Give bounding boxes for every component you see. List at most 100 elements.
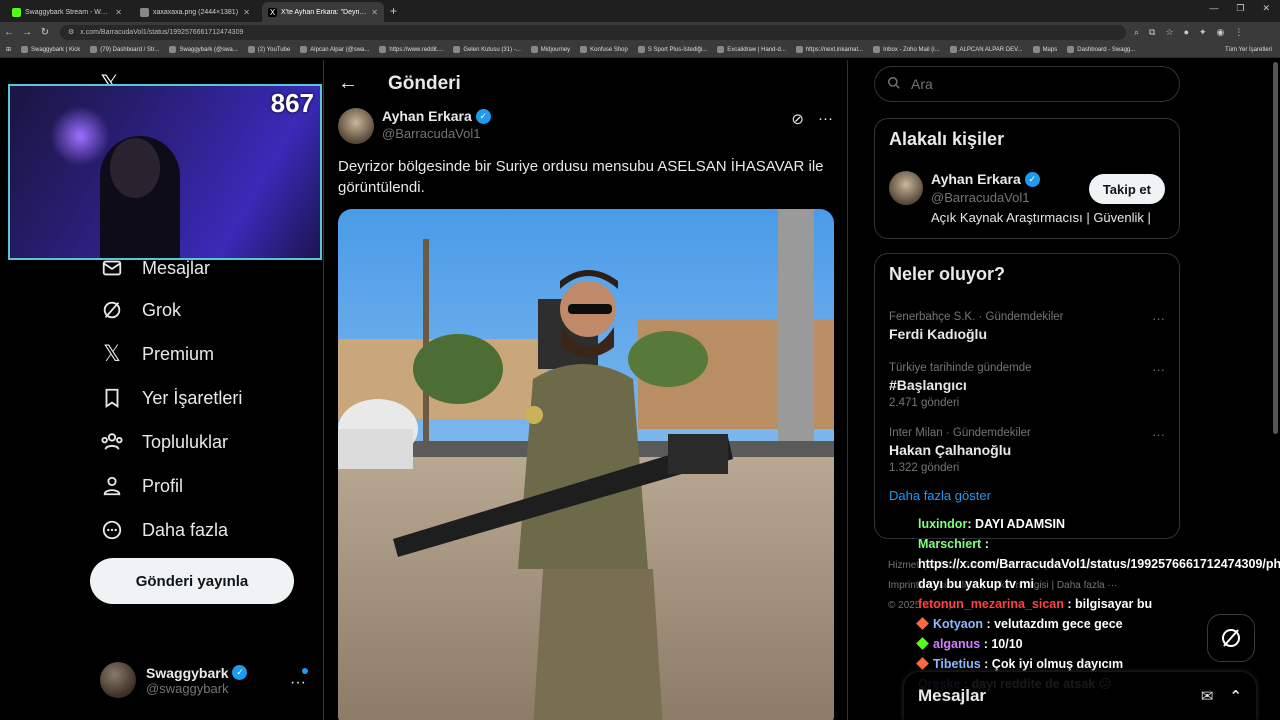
bookmark-item[interactable]: https://next.inkarnat...: [795, 46, 864, 53]
show-more-link[interactable]: Daha fazla göster: [875, 474, 1179, 517]
page-scrollbar[interactable]: [1273, 62, 1278, 434]
bookmark-icon: [100, 386, 124, 410]
back-nav-icon[interactable]: ←: [0, 27, 18, 38]
bookmark-item[interactable]: Maps: [1032, 46, 1057, 53]
related-name-row[interactable]: Ayhan Erkara ✓: [931, 171, 1040, 187]
search-input[interactable]: [911, 76, 1151, 92]
install-icon[interactable]: ⧉: [1149, 27, 1155, 38]
new-message-icon[interactable]: ✉: [1201, 687, 1214, 705]
post-button[interactable]: Gönderi yayınla: [90, 558, 294, 604]
bookmark-item[interactable]: ALPCAN ALPAR DEV...: [949, 46, 1023, 53]
bookmark-item[interactable]: Gelen Kutusu (31) -...: [453, 46, 521, 53]
chat-username[interactable]: luxindor: [918, 517, 967, 531]
nav-item-more[interactable]: Daha fazla: [100, 518, 228, 542]
chat-username[interactable]: Marschiert: [918, 537, 981, 551]
bookmark-item[interactable]: Swaggybark | Kick: [21, 46, 80, 53]
chat-username[interactable]: fetonun_mezarina_sican: [918, 597, 1064, 611]
tweet-author[interactable]: Ayhan Erkara ✓ @BarracudaVol1: [338, 108, 491, 144]
bookmark-item[interactable]: Excalidraw | Hand-d...: [717, 46, 786, 53]
bookmark-item[interactable]: Midjourney: [530, 46, 570, 53]
account-more-icon[interactable]: ···: [290, 674, 306, 692]
trend-more-icon[interactable]: ···: [1152, 427, 1165, 442]
nav-item-premium[interactable]: 𝕏 Premium: [100, 341, 214, 366]
all-bookmarks-button[interactable]: Tüm Yer İşaretleri: [1225, 47, 1280, 53]
extension-icon[interactable]: ●: [1184, 27, 1189, 38]
url-field[interactable]: ⚙ x.com/BarracudaVol1/status/19925766617…: [60, 24, 1126, 40]
tab-close-icon[interactable]: ✕: [371, 8, 378, 17]
chat-text: : Çok iyi olmuş dayıcım: [980, 657, 1124, 671]
profile-icon[interactable]: ◉: [1217, 27, 1225, 38]
nav-item-profile[interactable]: Profil: [100, 474, 183, 498]
reload-icon[interactable]: ↻: [36, 27, 54, 38]
nav-item-bookmarks[interactable]: Yer İşaretleri: [100, 386, 242, 410]
page-title: Gönderi: [388, 72, 461, 94]
trend-more-icon[interactable]: ···: [1152, 311, 1165, 326]
site-info-icon[interactable]: ⚙: [68, 28, 74, 36]
restore-icon[interactable]: ❐: [1236, 3, 1244, 14]
nav-label: Daha fazla: [142, 519, 229, 540]
trend-context: Inter Milan · Gündemdekiler: [889, 427, 1031, 439]
nav-item-communities[interactable]: Topluluklar: [100, 430, 228, 454]
follow-button[interactable]: Takip et: [1088, 174, 1165, 204]
bookmark-item[interactable]: (2) YouTube: [247, 46, 290, 53]
close-window-icon[interactable]: ✕: [1262, 3, 1270, 14]
profile-handle: @swaggybark: [146, 680, 229, 696]
photo-soldier-illustration: [338, 209, 834, 720]
bookmark-item[interactable]: S Sport Plus-İstediği...: [637, 46, 707, 53]
forward-nav-icon[interactable]: →: [18, 27, 36, 38]
star-icon[interactable]: ☆: [1165, 27, 1173, 38]
related-bio: Açık Kaynak Araştırmacısı | Güvenlik |: [931, 210, 1151, 225]
chat-message: fetonun_mezarina_sican : bilgisayar bu: [918, 594, 1280, 614]
more-options-icon[interactable]: ···: [818, 110, 833, 128]
nav-item-grok[interactable]: Grok: [100, 298, 181, 322]
bookmark-item[interactable]: Konfuse Shop: [580, 46, 628, 53]
chat-username[interactable]: Tibetius: [933, 657, 981, 671]
author-avatar[interactable]: [338, 108, 374, 144]
account-switcher[interactable]: Swaggybark ✓ @swaggybark: [100, 662, 248, 698]
author-name[interactable]: Ayhan Erkara: [382, 108, 472, 124]
grok-icon[interactable]: ⊘: [791, 110, 804, 128]
author-handle: @BarracudaVol1: [382, 126, 481, 141]
chat-username[interactable]: alganus: [933, 637, 980, 651]
bookmark-item[interactable]: Dashboard - Swagg...: [1067, 46, 1135, 53]
webcam-overlay: 867: [8, 84, 322, 260]
bookmark-item[interactable]: Swaggybark (@swa...: [169, 46, 238, 53]
minimize-icon[interactable]: —: [1209, 3, 1218, 14]
bookmark-item[interactable]: (79) Dashboard / Str...: [90, 46, 159, 53]
puzzle-icon[interactable]: ✦: [1199, 27, 1207, 38]
trend-item[interactable]: Türkiye tarihinde gündemde #Başlangıcı 2…: [875, 362, 1179, 409]
bookmark-label: Alpcan Alpar (@swa...: [310, 46, 370, 53]
bookmark-favicon-icon: [637, 46, 645, 53]
back-arrow-icon[interactable]: ←: [338, 72, 358, 95]
menu-icon[interactable]: ⋮: [1234, 27, 1243, 38]
bookmark-label: https://next.inkarnat...: [805, 46, 864, 53]
related-avatar[interactable]: [889, 171, 923, 205]
browser-tab-active[interactable]: X X'te Ayhan Erkara: "Deyrizor b ✕: [262, 2, 384, 22]
trend-item[interactable]: Inter Milan · Gündemdekiler Hakan Çalhan…: [875, 427, 1179, 474]
bookmark-item[interactable]: Inbox - Zoho Mail (i...: [873, 46, 940, 53]
messages-drawer[interactable]: Mesajlar ✉ ⌃: [904, 672, 1256, 720]
new-tab-button[interactable]: +: [390, 2, 397, 22]
nav-label: Topluluklar: [142, 431, 229, 452]
tab-close-icon[interactable]: ✕: [115, 8, 122, 17]
bookmark-item[interactable]: https://www.reddit....: [379, 46, 443, 53]
tab-close-icon[interactable]: ✕: [243, 8, 250, 17]
browser-tab[interactable]: Swaggybark Stream - Watch Li ✕: [6, 2, 128, 22]
trend-item[interactable]: Fenerbahçe S.K. · Gündemdekiler Ferdi Ka…: [875, 311, 1179, 342]
bookmarks-bar: ⊞ Swaggybark | Kick (79) Dashboard / Str..…: [0, 42, 1280, 58]
trend-more-icon[interactable]: ···: [1152, 362, 1165, 377]
image-favicon-icon: [140, 7, 149, 17]
chat-badge-icon: [916, 637, 929, 650]
expand-drawer-icon[interactable]: ⌃: [1229, 687, 1242, 705]
related-people-card: Alakalı kişiler Ayhan Erkara ✓ @Barracud…: [874, 118, 1180, 239]
zoom-icon[interactable]: ⌕: [1134, 27, 1139, 38]
nav-label: Profil: [142, 475, 184, 496]
bookmark-item[interactable]: Alpcan Alpar (@swa...: [300, 46, 369, 53]
apps-grid-icon[interactable]: ⊞: [6, 46, 11, 53]
browser-tab[interactable]: xaxaxaxa.png (2444×1381) ✕: [134, 2, 256, 22]
tweet-photo[interactable]: [338, 209, 834, 720]
grok-floating-button[interactable]: [1207, 614, 1255, 662]
chat-username[interactable]: Kotyaon: [933, 617, 983, 631]
search-box[interactable]: [874, 66, 1180, 102]
bookmark-favicon-icon: [169, 46, 177, 53]
